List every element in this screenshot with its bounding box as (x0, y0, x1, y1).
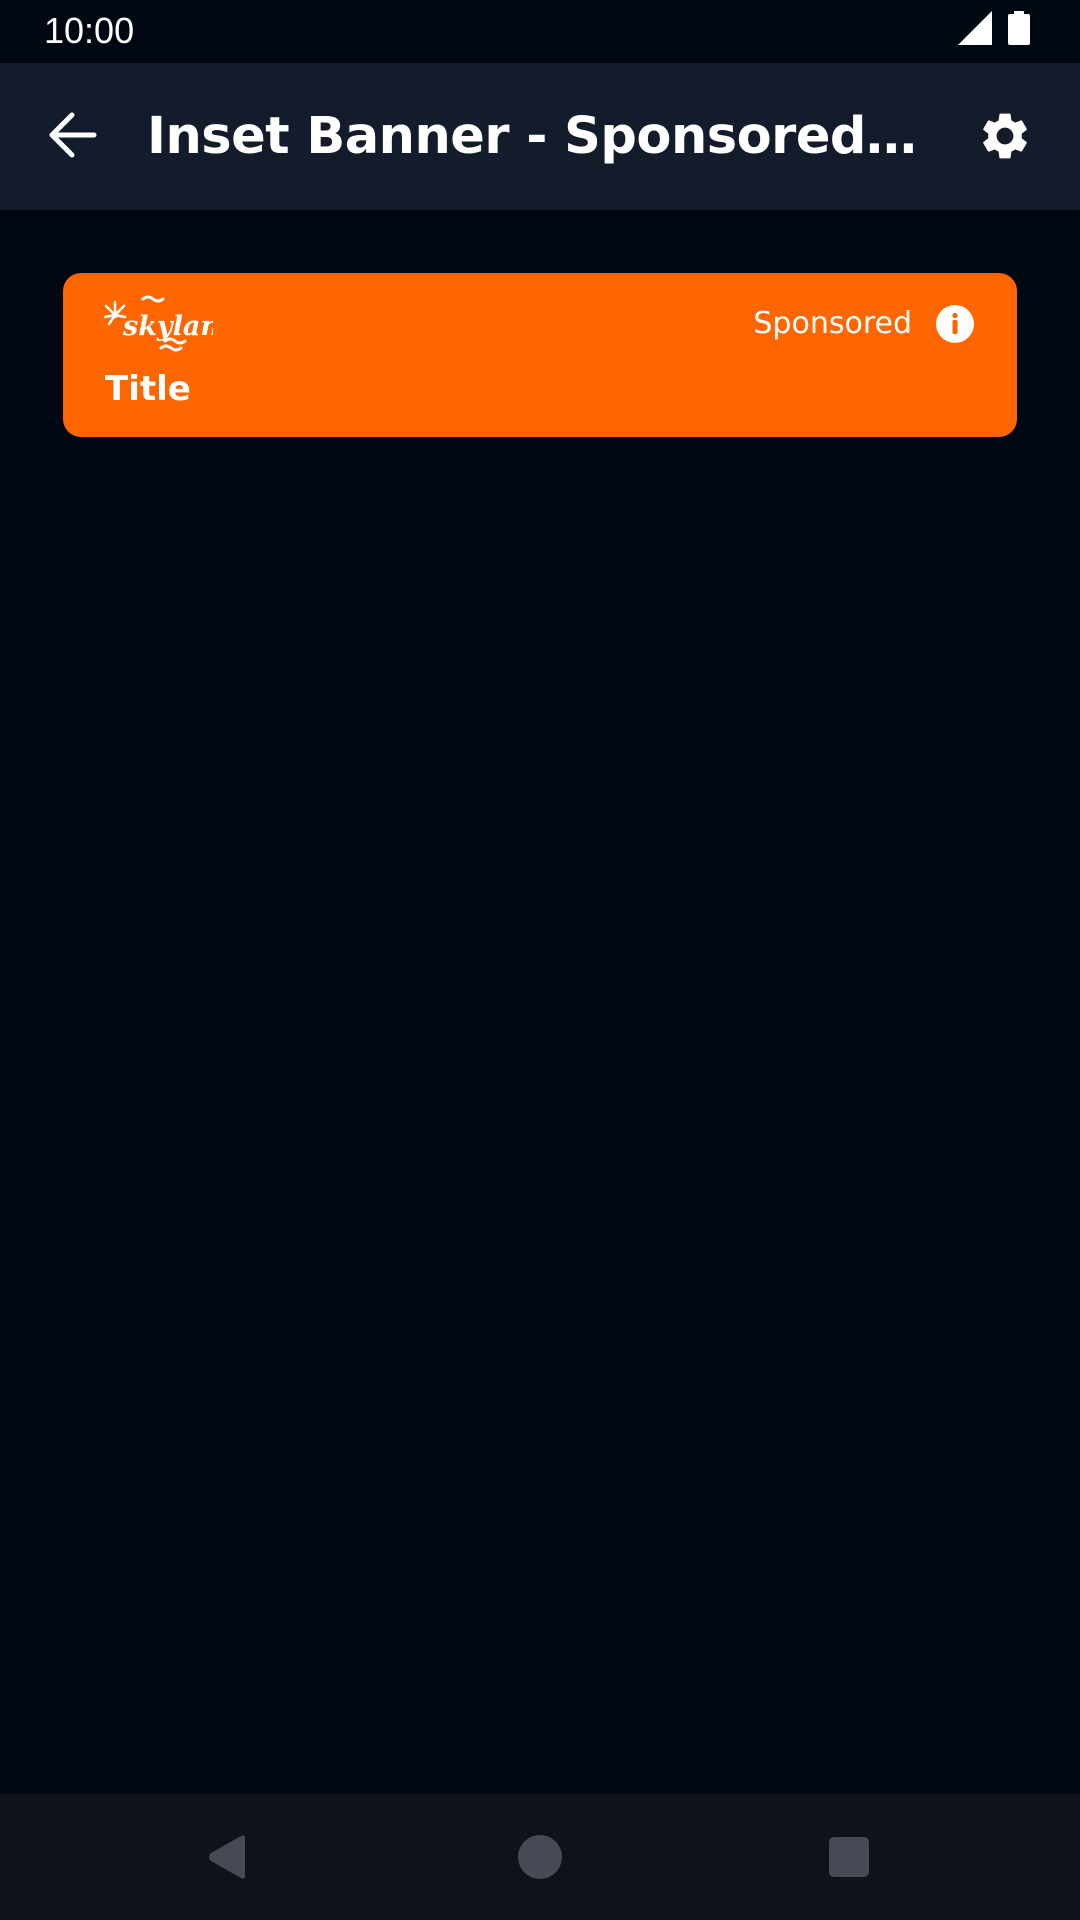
nav-back-icon (205, 1834, 251, 1884)
back-button[interactable] (38, 102, 108, 172)
sponsored-label: Sponsored (753, 306, 912, 341)
info-button[interactable] (936, 305, 974, 343)
banner-title: Title (105, 369, 191, 409)
status-time: 10:00 (44, 10, 135, 51)
app-bar: Inset Banner - Sponsored OnD... (0, 63, 1080, 210)
page-title: Inset Banner - Sponsored OnD... (147, 107, 927, 166)
arrow-back-icon (48, 112, 98, 162)
status-icons (958, 11, 1030, 49)
system-nav-bar (0, 1794, 1080, 1920)
battery-icon (1008, 11, 1030, 49)
inset-banner[interactable]: skyland Title Sponsored (63, 273, 1017, 437)
nav-home-icon (517, 1834, 563, 1884)
screen: 10:00 Inset Banner - Sponsored O skyla T… (0, 0, 1080, 1920)
info-icon (936, 305, 974, 347)
nav-back-button[interactable] (193, 1824, 263, 1894)
skyland-logo: skyland (103, 293, 239, 353)
status-bar: 10:00 (0, 0, 1080, 63)
nav-recents-button[interactable] (814, 1824, 884, 1894)
logo-text: skyland (122, 311, 213, 342)
nav-home-button[interactable] (505, 1824, 575, 1894)
settings-button[interactable] (970, 103, 1040, 173)
nav-recents-icon (828, 1836, 870, 1882)
gear-icon (977, 108, 1033, 168)
cell-signal-icon (958, 11, 992, 49)
